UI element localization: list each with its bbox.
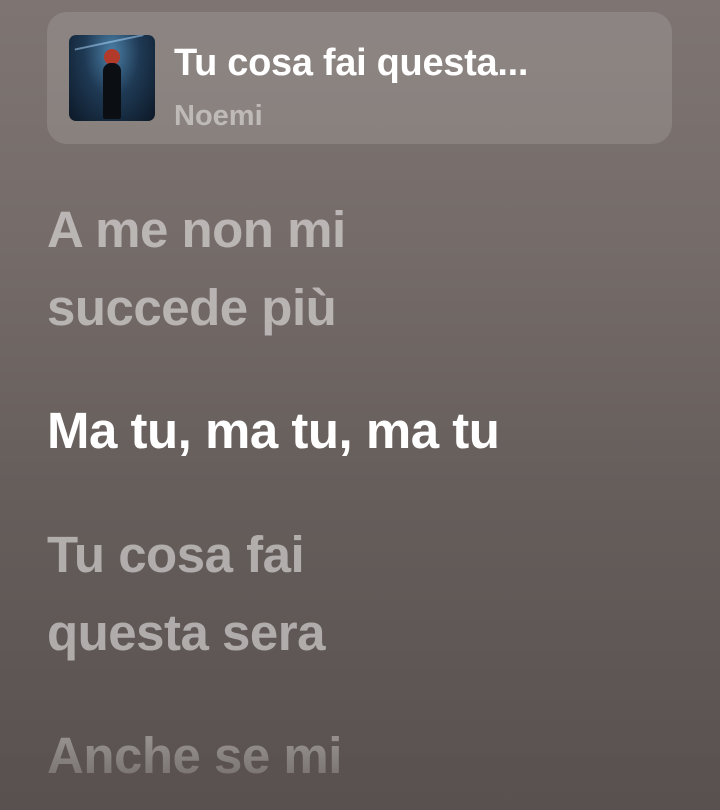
lyric-line[interactable]: Anche se mi bbox=[47, 717, 342, 795]
lyric-line-active[interactable]: Ma tu, ma tu, ma tu bbox=[47, 392, 500, 470]
lyric-line[interactable]: succede più bbox=[47, 269, 337, 347]
now-playing-card[interactable]: Tu cosa fai questa... Noemi bbox=[47, 12, 672, 144]
lyric-line[interactable]: Tu cosa fai bbox=[47, 516, 305, 594]
album-art-figure bbox=[101, 49, 123, 119]
lyric-line[interactable]: questa sera bbox=[47, 594, 326, 672]
song-title: Tu cosa fai questa... bbox=[174, 42, 529, 84]
artist-name: Noemi bbox=[174, 100, 263, 132]
album-art-image bbox=[69, 35, 155, 121]
lyric-line[interactable]: A me non mi bbox=[47, 191, 346, 269]
